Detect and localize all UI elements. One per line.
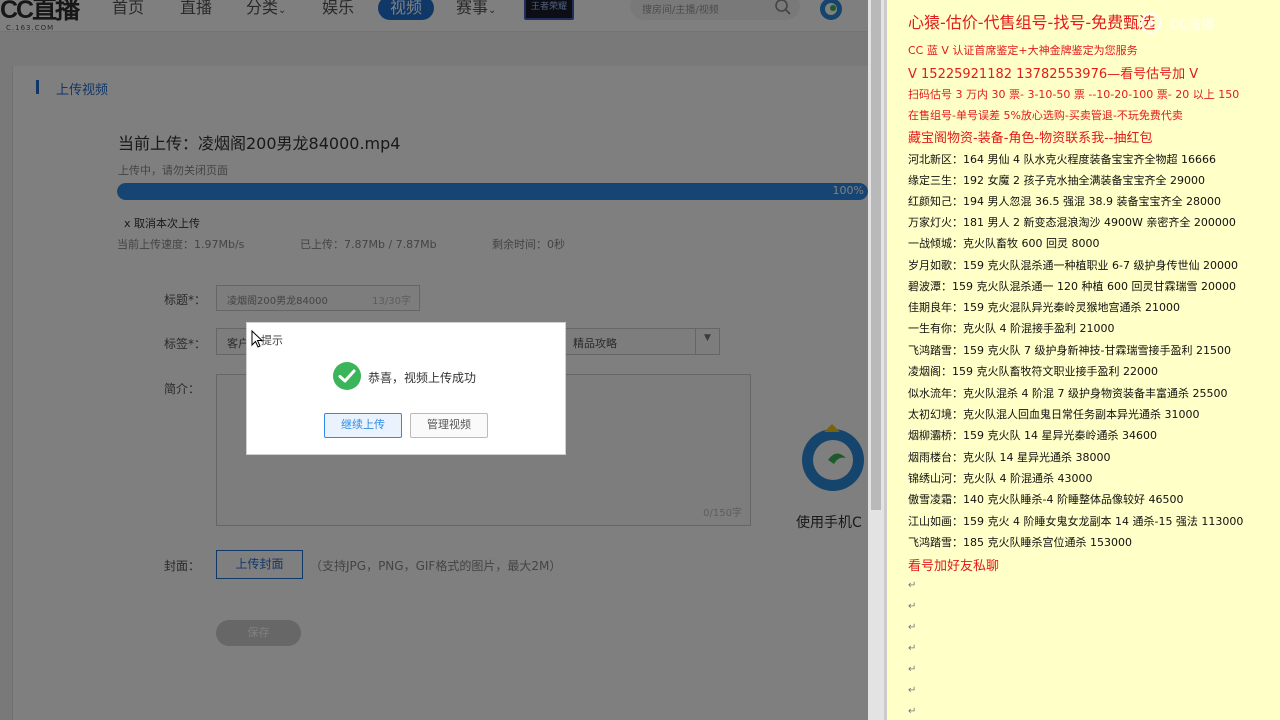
- listing-line: 飞鸿踏雪：159 克火队 7 级护身新神技-甘霖瑞雪接手盈利 21500: [908, 344, 1231, 357]
- watermark-logo-icon: [1141, 13, 1161, 33]
- listing-line: 河北新区：164 男仙 4 队水克火程度装备宝宝齐全物超 16666: [908, 153, 1216, 166]
- scrollbar-thumb[interactable]: [871, 0, 881, 510]
- notes-red-line: 扫码估号 3 万内 30 票- 3-10-50 票 --10-20-100 票-…: [908, 88, 1240, 101]
- paragraph-mark-icon: ↵: [908, 580, 917, 591]
- listing-line: 红颜知己：194 男人忽混 36.5 强混 38.9 装备宝宝齐全 28000: [908, 195, 1221, 208]
- listing-line: 烟雨楼台：克火队 14 星异光通杀 38000: [908, 451, 1111, 464]
- listing-line: 江山如画：159 克火 4 阶睡女鬼女龙副本 14 通杀-15 强法 11300…: [908, 515, 1244, 528]
- success-check-icon: [333, 362, 361, 390]
- notes-red-line: 藏宝阁物资-装备-角色-物资联系我--抽红包: [908, 131, 1153, 146]
- notes-panel: 心猿-估价-代售组号-找号-免费甄选 CC 蓝 V 认证首席鉴定+大神金牌鉴定为…: [887, 0, 1280, 720]
- listing-line: 似水流年：克火队混杀 4 阶混 7 级护身物资装备丰富通杀 25500: [908, 387, 1228, 400]
- watermark-text: CC直播: [1170, 18, 1215, 33]
- dialog-message: 恭喜，视频上传成功: [368, 371, 477, 385]
- paragraph-mark-icon: ↵: [908, 685, 917, 696]
- listing-line: 烟柳灞桥：159 克火队 14 星异光秦岭通杀 34600: [908, 429, 1157, 442]
- mouse-cursor-icon: [251, 330, 263, 348]
- listing-line: 一战倾城：克火队畜牧 600 回灵 8000: [908, 237, 1100, 250]
- paragraph-mark-icon: ↵: [908, 706, 917, 717]
- listing-line: 一生有你：克火队 4 阶混接手盈利 21000: [908, 322, 1115, 335]
- listing-line: 万家灯火：181 男人 2 新变态混浪淘沙 4900W 亲密齐全 200000: [908, 216, 1236, 229]
- listing-line: 岁月如歌：159 克火队混杀通一种植职业 6-7 级护身传世仙 20000: [908, 259, 1238, 272]
- notes-title: 心猿-估价-代售组号-找号-免费甄选: [908, 13, 1156, 32]
- notes-red-line: V 15225921182 13782553976—看号估号加 V: [908, 67, 1199, 82]
- listing-line: 锦绣山河：克火队 4 阶混通杀 43000: [908, 472, 1093, 485]
- listing-line: 凌烟阁：159 克火队畜牧符文职业接手盈利 22000: [908, 365, 1158, 378]
- notes-footer: 看号加好友私聊: [908, 559, 1000, 574]
- paragraph-mark-icon: ↵: [908, 643, 917, 654]
- browser-page: CC直播 C.163.COM 首页 直播 分类⌄ 娱乐 视频 赛事⌄ 王者荣耀S…: [0, 0, 868, 720]
- paragraph-mark-icon: ↵: [908, 601, 917, 612]
- listing-line: 飞鸿踏雪：185 克火队睡杀宫位通杀 153000: [908, 536, 1132, 549]
- upload-success-dialog: 提示 恭喜，视频上传成功 继续上传 管理视频: [246, 322, 566, 455]
- listing-line: 佳期良年：159 克火混队异光秦岭灵猴地宫通杀 21000: [908, 301, 1180, 314]
- listing-line: 缘定三生：192 女魔 2 孩子克水抽全满装备宝宝齐全 29000: [908, 174, 1205, 187]
- listing-line: 傲雪凌霜：140 克火队睡杀-4 阶睡整体品像较好 46500: [908, 493, 1184, 506]
- browser-scrollbar[interactable]: [868, 0, 884, 720]
- paragraph-mark-icon: ↵: [908, 622, 917, 633]
- paragraph-mark-icon: ↵: [908, 664, 917, 675]
- manage-videos-button[interactable]: 管理视频: [410, 413, 488, 438]
- continue-upload-button[interactable]: 继续上传: [324, 413, 402, 438]
- dialog-title: 提示: [261, 334, 283, 347]
- listing-line: 碧波潭：159 克火队混杀通一 120 种植 600 回灵甘霖瑞雪 20000: [908, 280, 1236, 293]
- listing-line: 太初幻境：克火队混人回血鬼日常任务副本异光通杀 31000: [908, 408, 1200, 421]
- notes-red-line: 在售组号-单号误差 5%放心选购-买卖管退-不玩免费代卖: [908, 109, 1183, 122]
- notes-red-line: CC 蓝 V 认证首席鉴定+大神金牌鉴定为您服务: [908, 44, 1138, 57]
